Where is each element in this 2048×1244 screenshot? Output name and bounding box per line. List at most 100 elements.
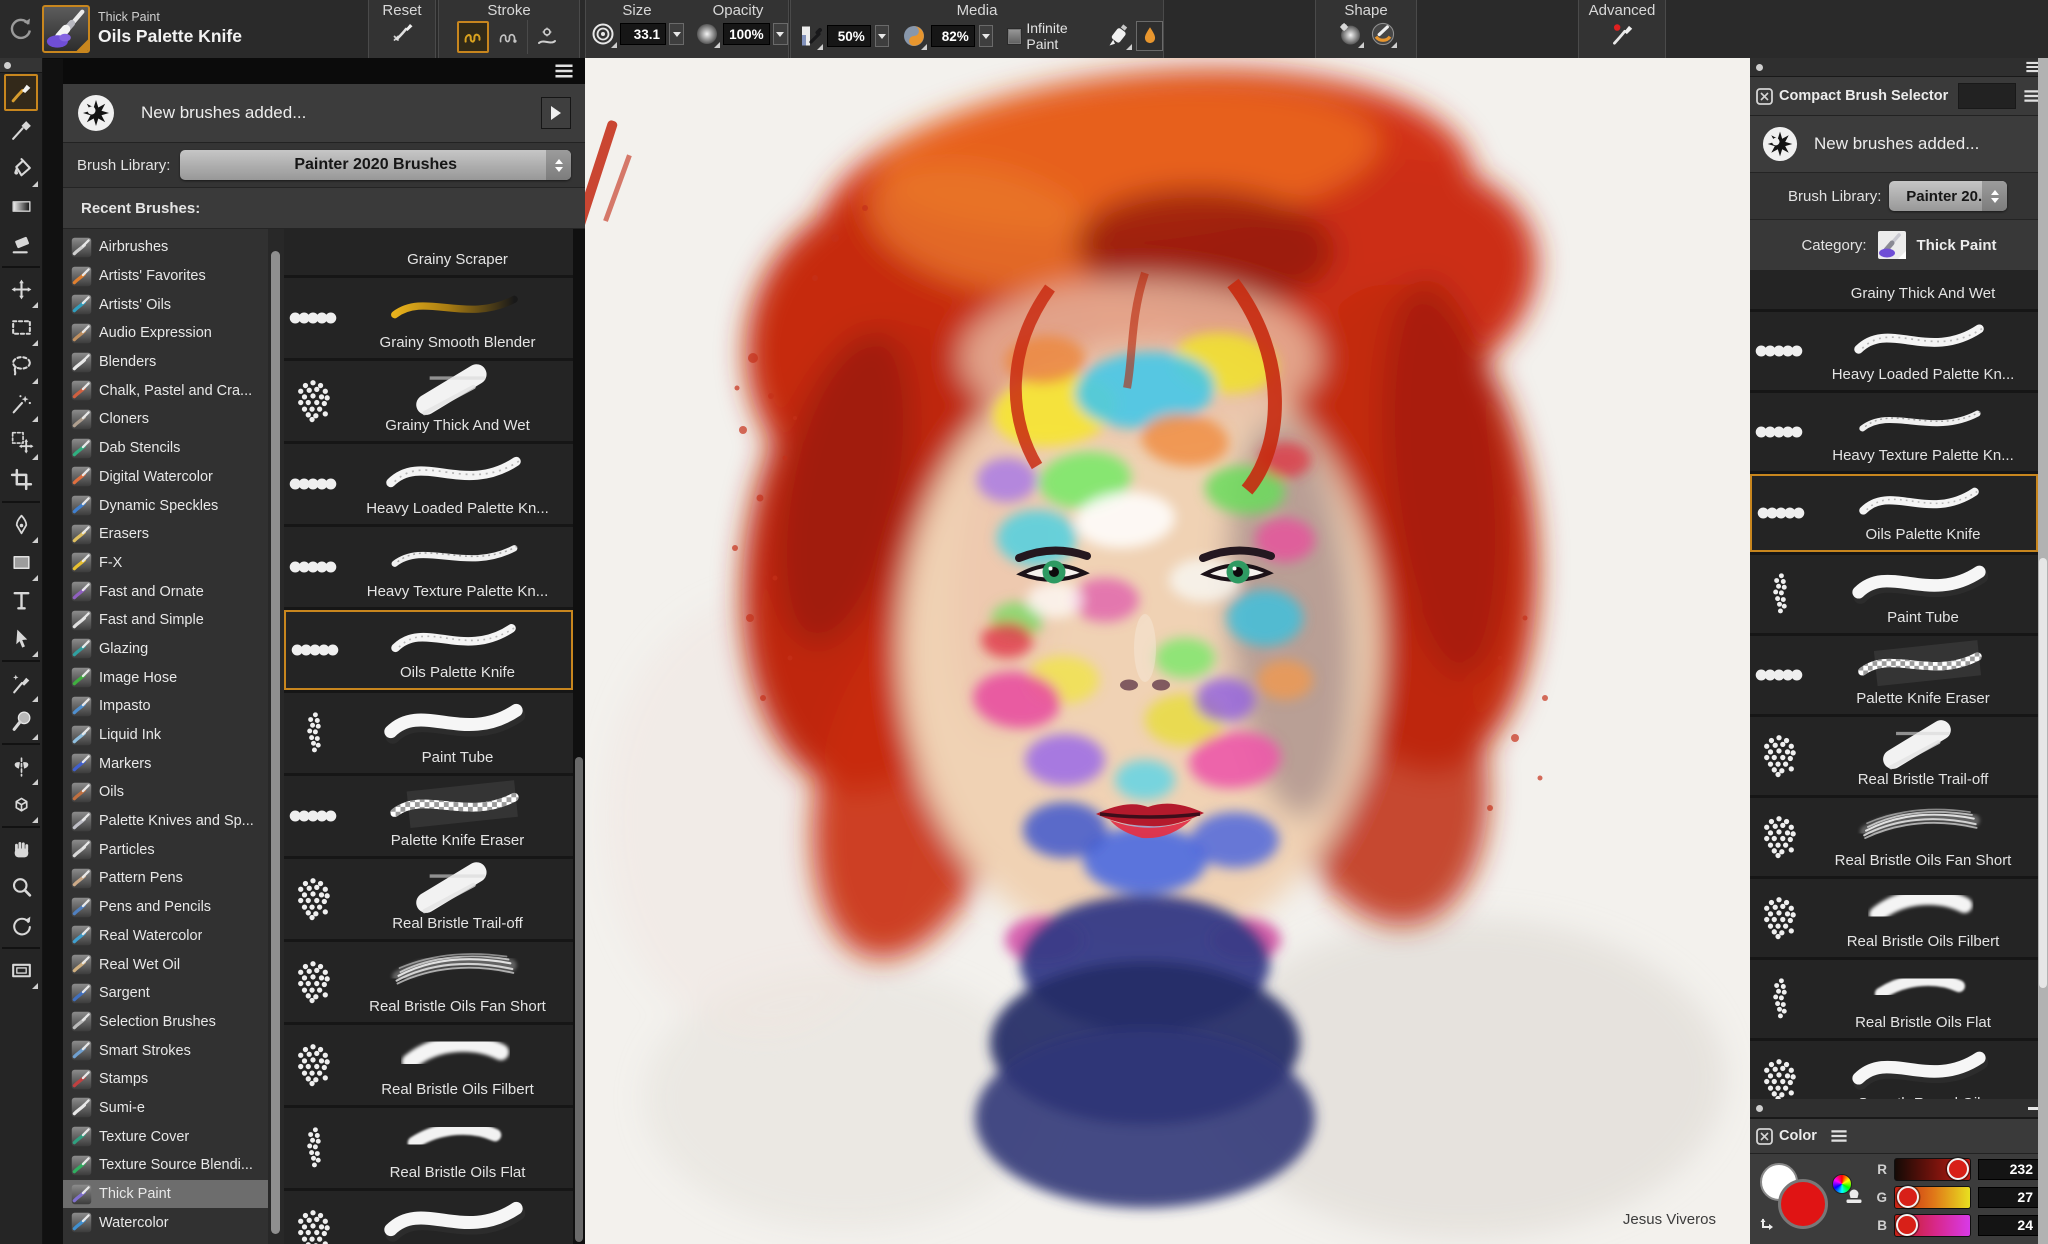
color-channel-slider[interactable] bbox=[1894, 1185, 1971, 1209]
freehand-stroke-button[interactable] bbox=[457, 21, 489, 53]
brush-category-item[interactable]: Artists' Oils bbox=[63, 290, 268, 319]
brush-list-scrollbar[interactable] bbox=[573, 229, 585, 1244]
brush-category-item[interactable]: Image Hose bbox=[63, 663, 268, 692]
close-color-panel-icon[interactable] bbox=[1756, 1127, 1773, 1145]
brush-variant-item[interactable]: Palette Knife Eraser bbox=[1750, 636, 2038, 714]
transform-tool[interactable] bbox=[4, 423, 38, 460]
main-color-swatch[interactable] bbox=[1778, 1179, 1828, 1229]
brush-shape-icon[interactable] bbox=[1369, 20, 1397, 48]
paint-bucket-tool[interactable] bbox=[4, 150, 38, 187]
brush-category-item[interactable]: Markers bbox=[63, 749, 268, 778]
perspective-guides-tool[interactable] bbox=[4, 786, 38, 823]
gradient-tool[interactable] bbox=[4, 188, 38, 225]
eraser-tool[interactable] bbox=[4, 226, 38, 263]
reset-brush-button[interactable] bbox=[388, 20, 416, 48]
resaturation-icon[interactable] bbox=[797, 22, 823, 50]
layer-adjuster-tool[interactable] bbox=[4, 271, 38, 308]
grabber-tool[interactable] bbox=[4, 831, 38, 868]
dab-shape-icon[interactable] bbox=[1336, 20, 1364, 48]
brush-variant-item[interactable]: Real Bristle Trail-off bbox=[1750, 717, 2038, 795]
new-brushes-banner[interactable]: New brushes added... bbox=[63, 84, 585, 143]
size-dropdown-button[interactable] bbox=[669, 23, 685, 45]
resaturation-value[interactable]: 50% bbox=[827, 25, 871, 47]
brush-category-item[interactable]: Real Wet Oil bbox=[63, 950, 268, 979]
brush-variant-item[interactable]: Grainy Smooth Blender bbox=[284, 278, 573, 358]
clone-color-icon[interactable] bbox=[1844, 1188, 1864, 1205]
dropper-tool[interactable] bbox=[4, 112, 38, 149]
infinite-paint-checkbox[interactable] bbox=[1007, 27, 1023, 45]
brush-category-item[interactable]: Impasto bbox=[63, 692, 268, 721]
magic-wand-tool[interactable] bbox=[4, 385, 38, 422]
color-panel-header[interactable]: Color bbox=[1750, 1118, 2048, 1154]
paint-tube-icon[interactable] bbox=[1106, 22, 1133, 50]
color-channel-slider[interactable] bbox=[1894, 1157, 1971, 1181]
opacity-dropdown-button[interactable] bbox=[772, 23, 788, 45]
brush-category-item[interactable]: Sumi-e bbox=[63, 1094, 268, 1123]
category-thumbnail-icon[interactable] bbox=[1877, 230, 1907, 260]
swap-colors-icon[interactable] bbox=[1758, 1216, 1775, 1233]
brush-category-item[interactable]: Chalk, Pastel and Cra... bbox=[63, 376, 268, 405]
right-panel-scrollbar-handle[interactable] bbox=[2039, 558, 2047, 988]
brush-category-item[interactable]: F-X bbox=[63, 549, 268, 578]
brush-list-scrollbar-handle[interactable] bbox=[575, 756, 583, 1242]
brush-variant-item[interactable]: Heavy Texture Palette Kn... bbox=[1750, 393, 2038, 471]
category-scrollbar-handle[interactable] bbox=[271, 251, 280, 1234]
new-brushes-banner-right[interactable]: New brushes added... bbox=[1750, 116, 2048, 173]
shape-selection-tool[interactable] bbox=[4, 620, 38, 657]
crop-tool[interactable] bbox=[4, 461, 38, 498]
magnifier-tool[interactable] bbox=[4, 869, 38, 906]
brush-library-dropdown[interactable]: Painter 20... bbox=[1889, 181, 2008, 211]
brush-variant-item[interactable]: Real Bristle Oils Flat bbox=[1750, 960, 2038, 1038]
brush-category-item[interactable]: Sargent bbox=[63, 979, 268, 1008]
bleed-icon[interactable] bbox=[901, 22, 928, 50]
brush-category-item[interactable]: Watercolor bbox=[63, 1208, 268, 1237]
brush-category-item[interactable]: Texture Source Blendi... bbox=[63, 1151, 268, 1180]
brush-variant-item[interactable]: Heavy Loaded Palette Kn... bbox=[284, 444, 573, 524]
brush-variant-item[interactable]: Palette Knife Eraser bbox=[284, 776, 573, 856]
right-panel-group-titlebar[interactable] bbox=[1750, 58, 2048, 77]
mirror-painting-tool[interactable] bbox=[4, 748, 38, 785]
brush-category-item[interactable]: Liquid Ink bbox=[63, 721, 268, 750]
color-slider-handle[interactable] bbox=[1947, 1158, 1969, 1180]
rectangular-shape-tool[interactable] bbox=[4, 544, 38, 581]
toolbox-titlebar[interactable] bbox=[0, 58, 42, 73]
brush-tool[interactable] bbox=[4, 74, 38, 111]
brush-variant-item[interactable]: Smooth Round Oils bbox=[1750, 1041, 2038, 1099]
brush-selector-titlebar[interactable] bbox=[63, 58, 585, 84]
brush-variant-item[interactable]: Grainy Scraper bbox=[284, 229, 573, 275]
brush-category-item[interactable]: Pattern Pens bbox=[63, 864, 268, 893]
text-tool[interactable] bbox=[4, 582, 38, 619]
brush-variant-item[interactable]: Smooth Round Oils bbox=[284, 1191, 573, 1244]
brush-category-item[interactable]: Real Watercolor bbox=[63, 922, 268, 951]
current-brush-thumbnail[interactable] bbox=[42, 5, 90, 53]
brush-variant-item[interactable]: Real Bristle Oils Flat bbox=[284, 1108, 573, 1188]
bleed-value[interactable]: 82% bbox=[931, 25, 975, 47]
category-scrollbar[interactable] bbox=[268, 229, 284, 1244]
brush-category-item[interactable]: Erasers bbox=[63, 520, 268, 549]
opacity-value[interactable]: 100% bbox=[723, 23, 770, 45]
brush-category-item[interactable]: Palette Knives and Sp... bbox=[63, 807, 268, 836]
rotate-page-tool[interactable] bbox=[4, 907, 38, 944]
color-channel-value[interactable]: 24 bbox=[1978, 1214, 2040, 1236]
brush-variant-item[interactable]: Heavy Loaded Palette Kn... bbox=[1750, 312, 2038, 390]
color-options-icon[interactable] bbox=[1829, 1128, 1849, 1144]
brush-variant-item[interactable]: Real Bristle Trail-off bbox=[284, 859, 573, 939]
watercolor-drop-icon[interactable] bbox=[1136, 21, 1163, 51]
color-slider-handle[interactable] bbox=[1896, 1214, 1918, 1236]
brush-category-item[interactable]: Fast and Simple bbox=[63, 606, 268, 635]
compact-brush-selector-header[interactable]: Compact Brush Selector bbox=[1750, 77, 2048, 116]
color-panel-group-titlebar[interactable] bbox=[1750, 1099, 2048, 1118]
brush-category-item[interactable]: Digital Watercolor bbox=[63, 463, 268, 492]
panel-menu-icon[interactable] bbox=[553, 62, 575, 80]
brush-category-item[interactable]: Texture Cover bbox=[63, 1122, 268, 1151]
brush-category-item[interactable]: Audio Expression bbox=[63, 319, 268, 348]
reset-rotation-icon[interactable] bbox=[8, 16, 34, 42]
size-value[interactable]: 33.1 bbox=[619, 23, 667, 45]
brush-category-item[interactable]: Dab Stencils bbox=[63, 434, 268, 463]
brush-variant-item[interactable]: Oils Palette Knife bbox=[284, 610, 573, 690]
brush-category-item[interactable]: Fast and Ornate bbox=[63, 577, 268, 606]
brush-variant-item[interactable]: Real Bristle Oils Filbert bbox=[1750, 879, 2038, 957]
close-panel-icon[interactable] bbox=[1756, 87, 1773, 105]
lasso-tool[interactable] bbox=[4, 347, 38, 384]
brush-category-item[interactable]: Smart Strokes bbox=[63, 1036, 268, 1065]
